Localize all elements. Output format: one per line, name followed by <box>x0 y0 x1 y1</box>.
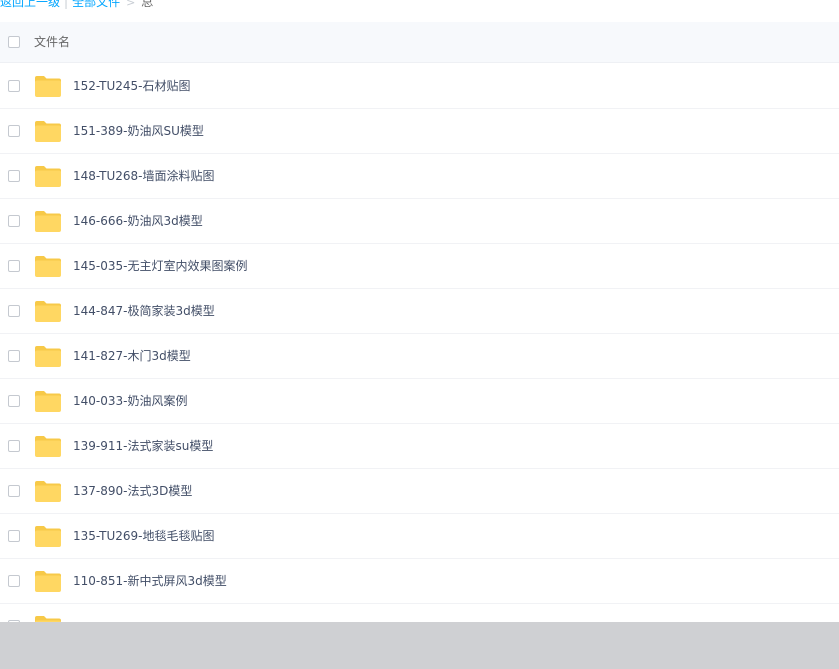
file-list: 152-TU245-石材贴图 151-389-奶油风SU模型 148-TU268-墙… <box>0 64 839 649</box>
file-name[interactable]: 140-033-奶油风案例 <box>73 379 187 423</box>
list-item[interactable]: 110-851-新中式屏风3d模型 <box>0 559 839 604</box>
breadcrumb: 返回上一级 | 全部文件 > 总 <box>0 0 153 12</box>
row-checkbox[interactable] <box>8 530 20 542</box>
back-link[interactable]: 返回上一级 <box>0 0 60 9</box>
folder-icon <box>35 436 61 457</box>
file-name[interactable]: 148-TU268-墙面涂料贴图 <box>73 154 214 198</box>
row-checkbox[interactable] <box>8 350 20 362</box>
row-checkbox[interactable] <box>8 215 20 227</box>
breadcrumb-divider: | <box>64 0 69 9</box>
file-name[interactable]: 139-911-法式家装su模型 <box>73 424 213 468</box>
folder-icon <box>35 211 61 232</box>
row-checkbox[interactable] <box>8 125 20 137</box>
file-name[interactable]: 137-890-法式3D模型 <box>73 469 192 513</box>
select-all-checkbox[interactable] <box>8 36 20 48</box>
current-folder: 总 <box>141 0 154 9</box>
folder-icon <box>35 391 61 412</box>
row-checkbox[interactable] <box>8 575 20 587</box>
chevron-right-icon: > <box>126 0 136 9</box>
file-name[interactable]: 144-847-极简家装3d模型 <box>73 289 215 333</box>
row-checkbox[interactable] <box>8 170 20 182</box>
folder-icon <box>35 301 61 322</box>
row-checkbox[interactable] <box>8 305 20 317</box>
folder-icon <box>35 481 61 502</box>
file-list-page: 返回上一级 | 全部文件 > 总 文件名 152-TU245-石材贴图 151-389-奶… <box>0 0 839 669</box>
all-files-link[interactable]: 全部文件 <box>72 0 120 9</box>
list-item[interactable]: 152-TU245-石材贴图 <box>0 64 839 109</box>
file-name[interactable]: 145-035-无主灯室内效果图案例 <box>73 244 247 288</box>
list-item[interactable]: 139-911-法式家装su模型 <box>0 424 839 469</box>
folder-icon <box>35 346 61 367</box>
list-item[interactable]: 140-033-奶油风案例 <box>0 379 839 424</box>
folder-icon <box>35 256 61 277</box>
file-name[interactable]: 152-TU245-石材贴图 <box>73 64 190 108</box>
file-name[interactable]: 110-851-新中式屏风3d模型 <box>73 559 227 603</box>
file-name[interactable]: 151-389-奶油风SU模型 <box>73 109 204 153</box>
row-checkbox[interactable] <box>8 80 20 92</box>
row-checkbox[interactable] <box>8 440 20 452</box>
list-item[interactable]: 145-035-无主灯室内效果图案例 <box>0 244 839 289</box>
list-item[interactable]: 135-TU269-地毯毛毯贴图 <box>0 514 839 559</box>
folder-icon <box>35 76 61 97</box>
list-item[interactable]: 151-389-奶油风SU模型 <box>0 109 839 154</box>
folder-icon <box>35 571 61 592</box>
row-checkbox[interactable] <box>8 395 20 407</box>
folder-icon <box>35 121 61 142</box>
list-item[interactable]: 148-TU268-墙面涂料贴图 <box>0 154 839 199</box>
row-checkbox[interactable] <box>8 485 20 497</box>
list-item[interactable]: 137-890-法式3D模型 <box>0 469 839 514</box>
bottom-overlay <box>0 622 839 669</box>
column-header-filename[interactable]: 文件名 <box>34 22 70 62</box>
folder-icon <box>35 526 61 547</box>
folder-icon <box>35 166 61 187</box>
row-checkbox[interactable] <box>8 260 20 272</box>
file-name[interactable]: 141-827-木门3d模型 <box>73 334 191 378</box>
list-header: 文件名 <box>0 22 839 63</box>
file-name[interactable]: 146-666-奶油风3d模型 <box>73 199 203 243</box>
file-name[interactable]: 135-TU269-地毯毛毯贴图 <box>73 514 214 558</box>
list-item[interactable]: 144-847-极简家装3d模型 <box>0 289 839 334</box>
list-item[interactable]: 146-666-奶油风3d模型 <box>0 199 839 244</box>
list-item[interactable]: 141-827-木门3d模型 <box>0 334 839 379</box>
